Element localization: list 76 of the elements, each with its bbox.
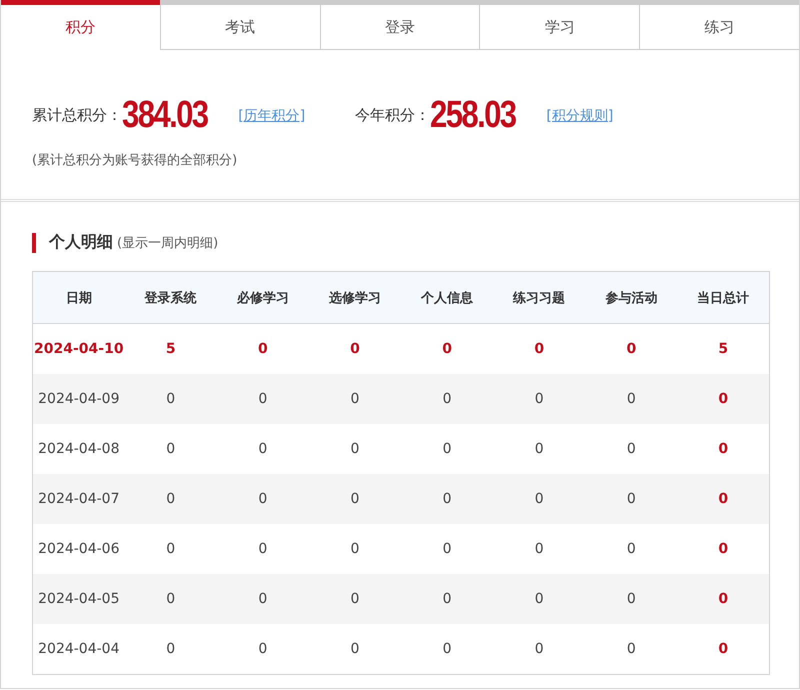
section-title: 个人明细 [49,232,113,253]
table-cell: 5 [124,324,217,374]
table-cell: 0 [308,474,401,524]
column-header: 登录系统 [124,272,217,324]
table-cell: 0 [493,474,586,524]
table-cell: 0 [585,574,678,624]
table-cell: 0 [308,524,401,574]
column-header: 个人信息 [401,272,494,324]
table-cell: 0 [124,424,217,474]
table-cell: 0 [401,524,494,574]
table-cell: 2024-04-05 [32,574,125,624]
table-cell: 0 [401,374,494,424]
column-header: 当日总计 [677,272,770,324]
table-cell: 0 [401,324,494,374]
table-cell: 0 [677,524,770,574]
table-cell: 0 [124,574,217,624]
table-cell: 0 [585,424,678,474]
table-cell: 0 [677,374,770,424]
tab[interactable]: 登录 [320,0,480,50]
year-score-value: 258.03 [430,94,516,137]
table-cell: 0 [124,474,217,524]
table-cell: 0 [124,374,217,424]
column-header: 日期 [32,272,125,324]
table-cell: 0 [585,624,678,674]
column-header: 练习习题 [493,272,586,324]
section-subtitle: (显示一周内明细) [117,235,218,252]
column-header: 必修学习 [216,272,309,324]
table-cell: 0 [308,324,401,374]
table-cell: 0 [401,574,494,624]
table-cell: 0 [401,624,494,674]
year-score-label: 今年积分： [355,106,430,125]
table-cell: 0 [493,624,586,674]
table-cell: 0 [677,624,770,674]
table-cell: 0 [216,374,309,424]
column-header: 选修学习 [308,272,401,324]
table-cell: 0 [585,374,678,424]
tab[interactable]: 学习 [479,0,640,50]
table-cell: 0 [216,624,309,674]
table-cell: 0 [216,524,309,574]
table-cell: 0 [585,524,678,574]
table-cell: 0 [585,474,678,524]
table-cell: 0 [493,424,586,474]
table-cell: 0 [493,524,586,574]
tab[interactable]: 考试 [160,0,320,50]
table-cell: 5 [677,324,770,374]
table-cell: 0 [216,474,309,524]
total-score-label: 累计总积分： [32,106,122,125]
table-cell: 0 [124,524,217,574]
table-cell: 2024-04-09 [32,374,125,424]
table-cell: 0 [493,374,586,424]
table-cell: 2024-04-10 [32,324,125,374]
total-score-value: 384.03 [122,94,208,137]
table-cell: 0 [308,374,401,424]
table-cell: 2024-04-07 [32,474,125,524]
tab[interactable]: 练习 [639,0,799,50]
table-cell: 2024-04-04 [32,624,125,674]
score-note: (累计总积分为账号获得的全部积分) [32,152,238,169]
table-cell: 0 [216,574,309,624]
heading-marker [32,232,36,252]
table-cell: 0 [401,424,494,474]
table-cell: 0 [308,624,401,674]
table-cell: 0 [308,424,401,474]
table-cell: 2024-04-08 [32,424,125,474]
table-cell: 0 [401,474,494,524]
table-cell: 0 [493,324,586,374]
table-cell: 0 [124,624,217,674]
table-cell: 0 [216,324,309,374]
table-cell: 0 [216,424,309,474]
table-cell: 0 [677,424,770,474]
column-header: 参与活动 [585,272,678,324]
table-cell: 0 [308,574,401,624]
table-cell: 0 [677,574,770,624]
table-cell: 0 [493,574,586,624]
table-cell: 0 [677,474,770,524]
table-cell: 2024-04-06 [32,524,125,574]
table-cell: 0 [585,324,678,374]
